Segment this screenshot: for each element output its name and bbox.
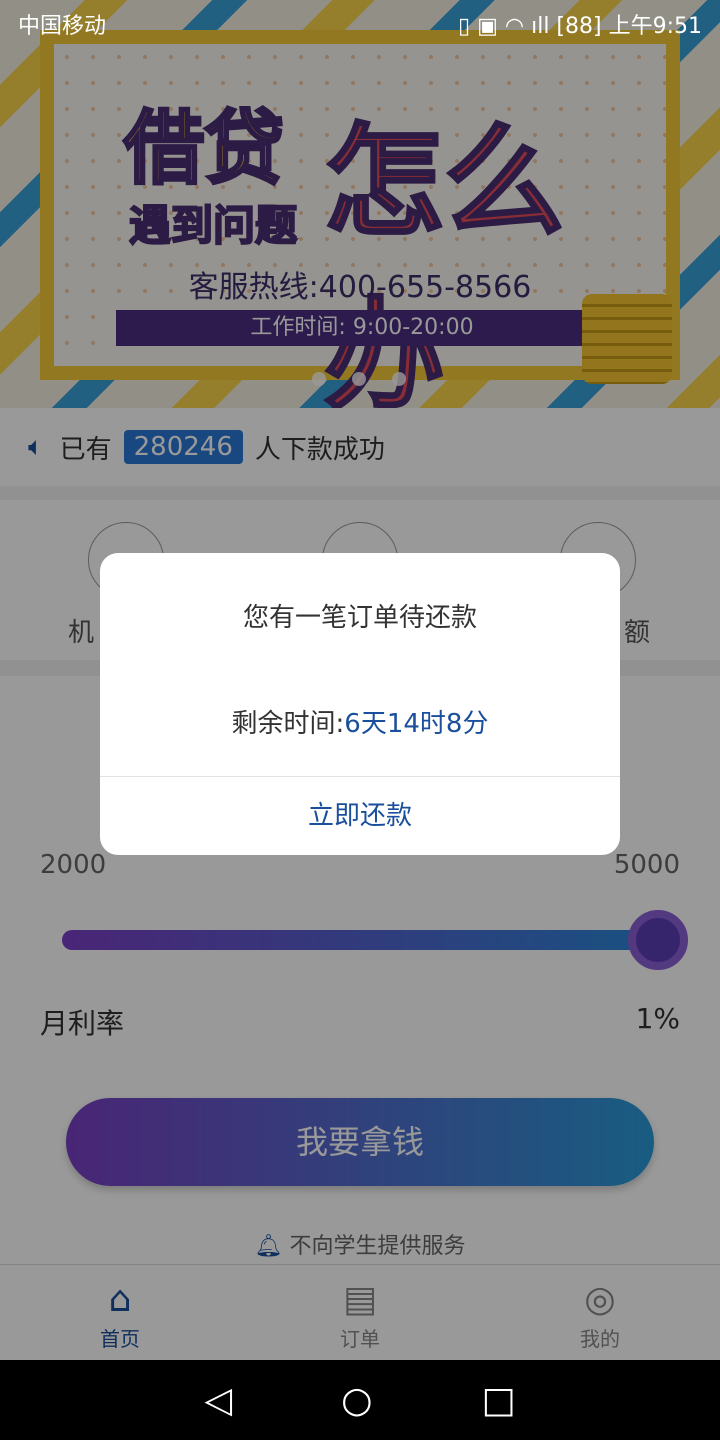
repay-now-button[interactable]: 立即还款 (100, 777, 620, 855)
home-nav-icon[interactable]: ○ (341, 1380, 372, 1421)
back-icon[interactable]: ◁ (204, 1380, 232, 1421)
system-nav-bar: ◁ ○ □ (0, 1360, 720, 1440)
repayment-dialog: 您有一笔订单待还款 剩余时间:6天14时8分 立即还款 (100, 553, 620, 855)
status-icons: ▯ ▣ ◠ ıll [88] 上午9:51 (458, 14, 702, 39)
clock: 上午9:51 (608, 14, 702, 39)
recents-icon[interactable]: □ (481, 1380, 515, 1421)
status-bar: 中国移动 ▯ ▣ ◠ ıll [88] 上午9:51 (0, 0, 720, 48)
remaining-time: 剩余时间:6天14时8分 (231, 709, 489, 739)
carrier: 中国移动 (18, 14, 107, 39)
dialog-title: 您有一笔订单待还款 (242, 603, 477, 633)
